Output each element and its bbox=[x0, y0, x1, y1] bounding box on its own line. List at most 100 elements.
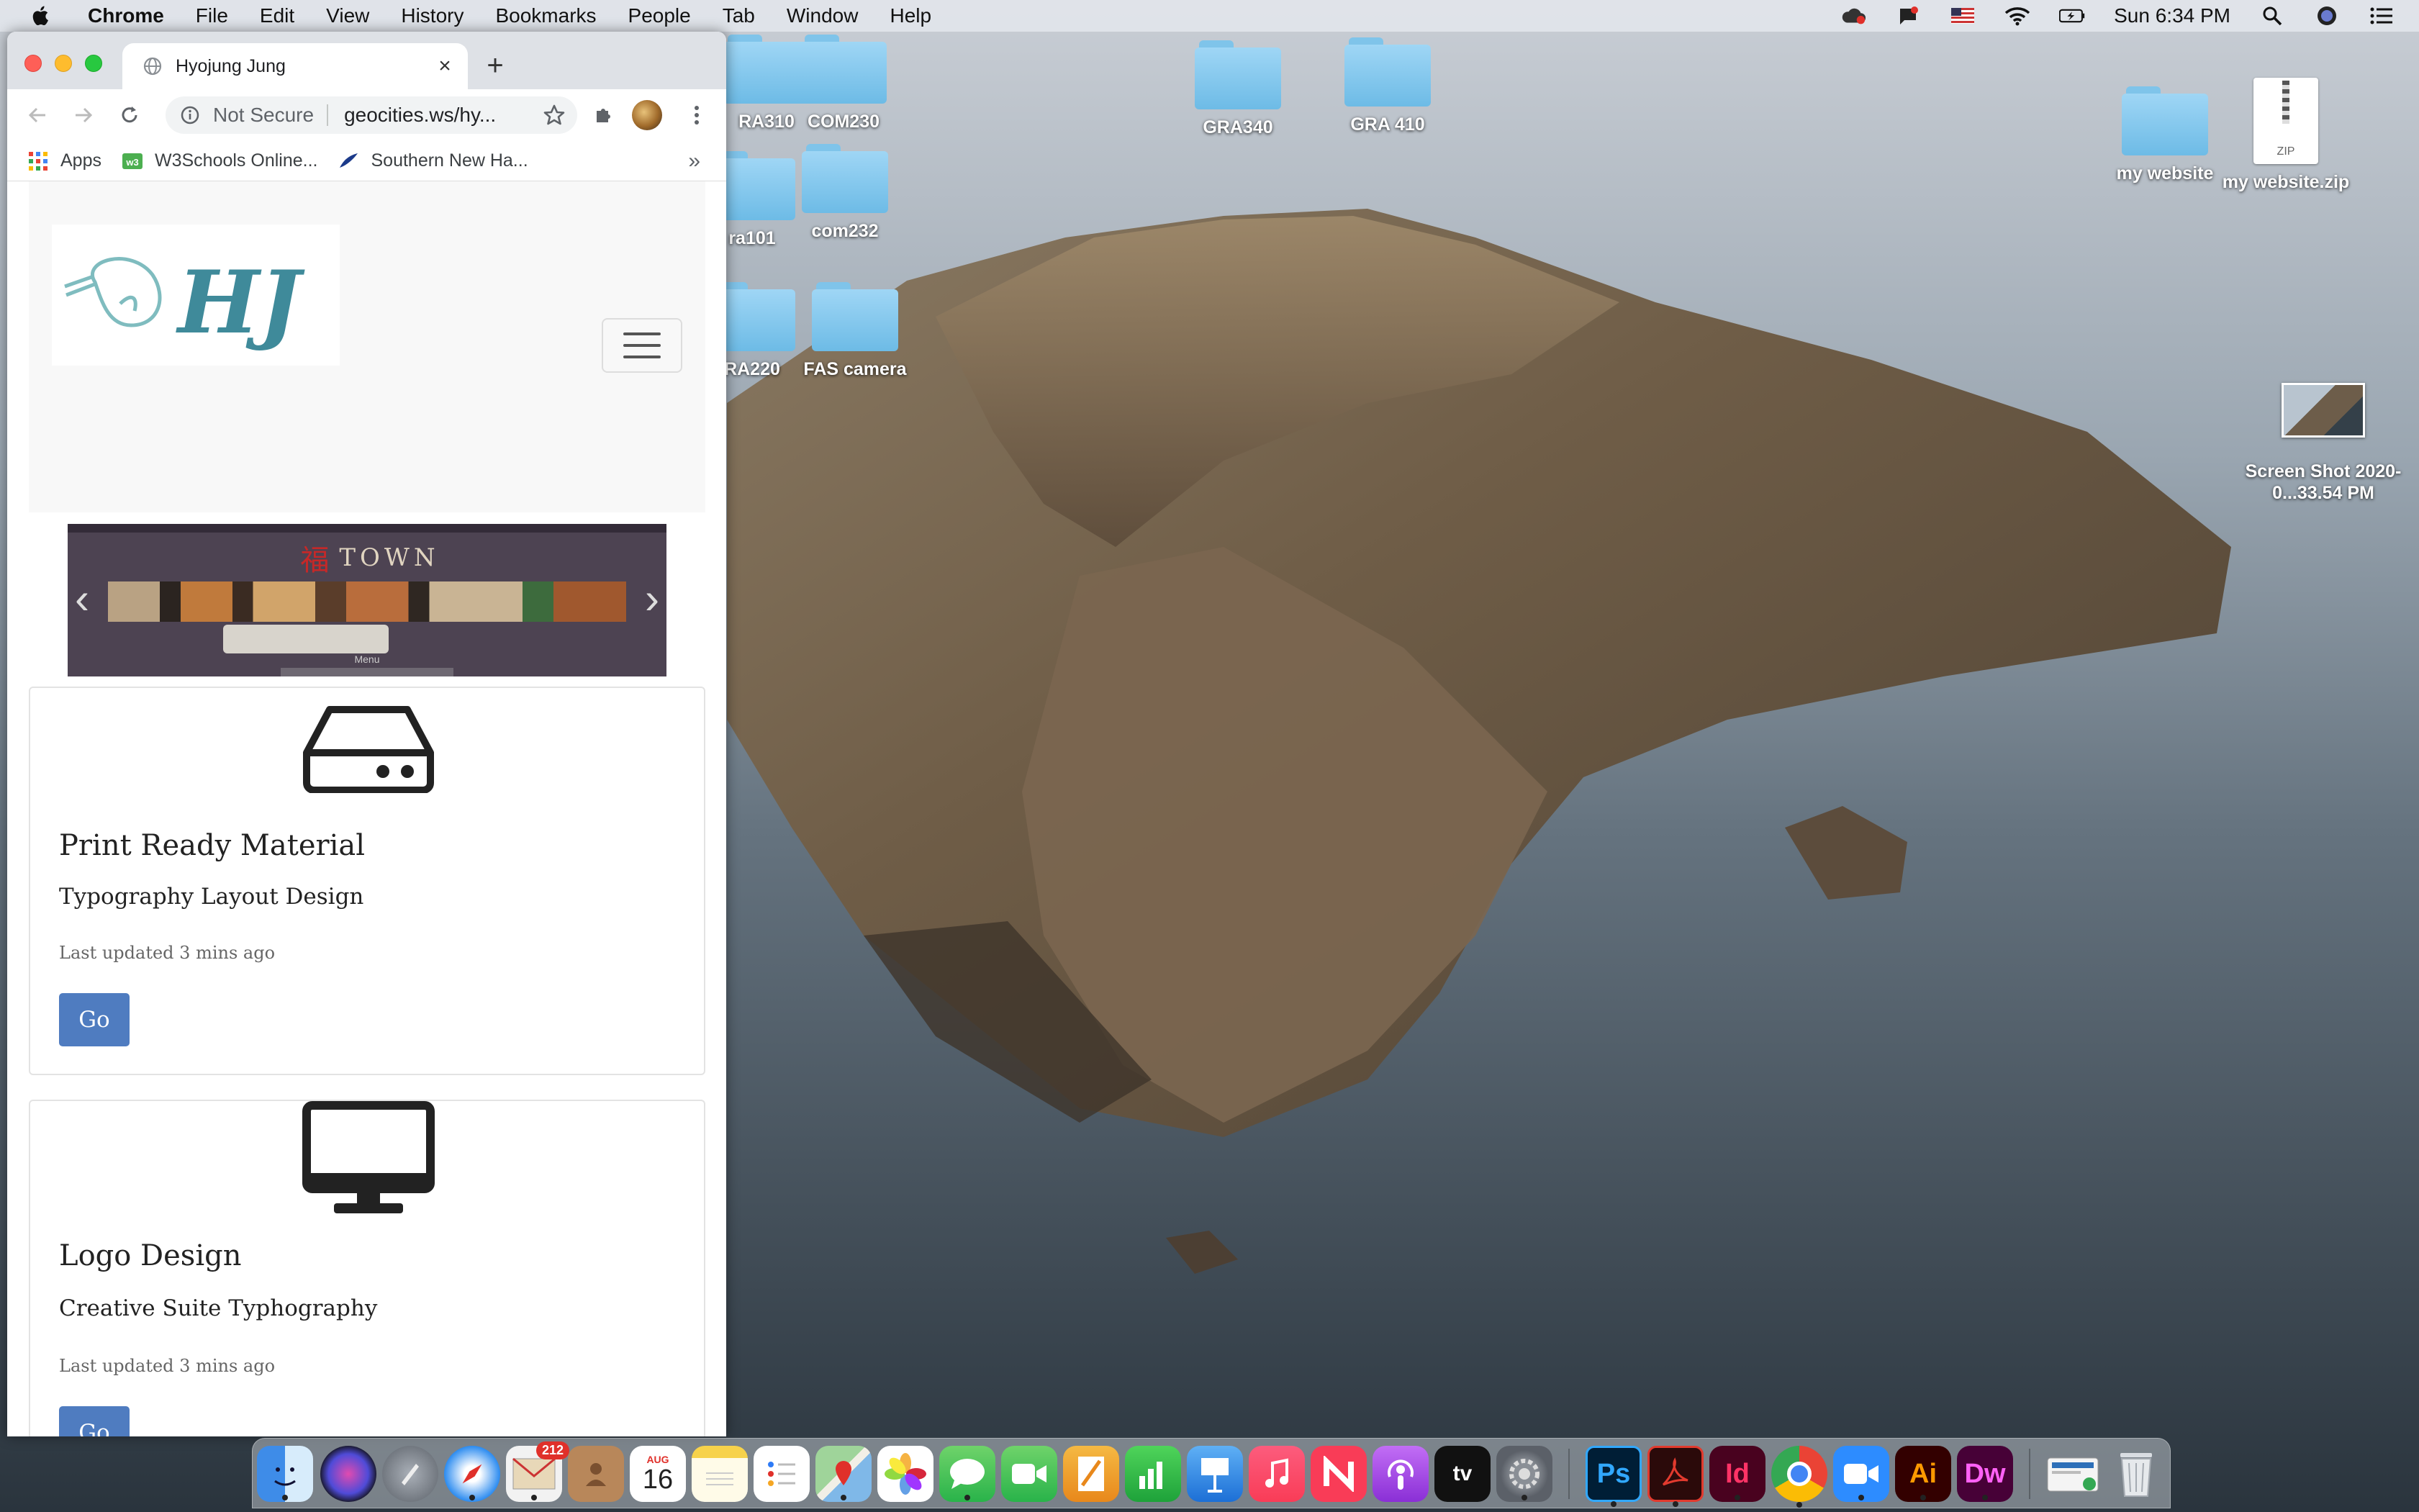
dock-calendar-icon[interactable]: AUG 16 bbox=[630, 1446, 686, 1502]
dock-reminders-icon[interactable] bbox=[754, 1446, 810, 1502]
us-flag-input-icon[interactable] bbox=[1950, 5, 1976, 27]
hamburger-bar bbox=[623, 332, 661, 335]
dock-photoshop-icon[interactable]: Ps bbox=[1586, 1446, 1642, 1507]
info-icon[interactable] bbox=[180, 105, 200, 125]
site-logo[interactable]: HJ bbox=[52, 225, 340, 366]
menu-bookmarks[interactable]: Bookmarks bbox=[495, 4, 596, 27]
url-text[interactable]: geocities.ws/hy... bbox=[344, 104, 496, 127]
menu-app-chrome[interactable]: Chrome bbox=[88, 4, 164, 27]
dock-maps-icon[interactable] bbox=[815, 1446, 872, 1502]
apple-menu-icon[interactable] bbox=[29, 4, 53, 28]
forward-arrow-icon[interactable] bbox=[71, 102, 96, 128]
security-label[interactable]: Not Secure bbox=[213, 104, 314, 127]
bookmark-w3schools[interactable]: w3 W3Schools Online... bbox=[122, 150, 317, 172]
carousel-prev-chevron-icon[interactable]: ‹ bbox=[68, 577, 96, 620]
macos-menubar: Chrome File Edit View History Bookmarks … bbox=[0, 0, 2419, 32]
desktop-folder-gra410[interactable]: GRA 410 bbox=[1308, 37, 1467, 135]
dock-numbers-icon[interactable] bbox=[1125, 1446, 1181, 1502]
menu-window[interactable]: Window bbox=[787, 4, 859, 27]
portfolio-carousel[interactable]: 福 TOWN Menu ‹ › bbox=[68, 524, 666, 676]
dock-music-icon[interactable] bbox=[1249, 1446, 1305, 1502]
slide-brand-symbol: 福 bbox=[300, 544, 330, 577]
bookmark-snhu[interactable]: Southern New Ha... bbox=[338, 150, 528, 172]
bookmark-apps[interactable]: Apps bbox=[27, 150, 101, 172]
bookmarks-overflow-chevron-icon[interactable]: » bbox=[688, 149, 700, 173]
dock-podcasts-icon[interactable] bbox=[1373, 1446, 1429, 1502]
desktop-file-my-website-zip[interactable]: ZIP my website.zip bbox=[2207, 78, 2365, 193]
dock-pages-icon[interactable] bbox=[1063, 1446, 1119, 1502]
desktop-folder-fas-camera[interactable]: FAS camera bbox=[776, 282, 934, 380]
desktop-folder-com230[interactable]: COM230 bbox=[764, 35, 923, 132]
minimize-window-button[interactable] bbox=[55, 55, 72, 72]
desktop-folder-com232[interactable]: com232 bbox=[766, 144, 924, 242]
zoom-window-button[interactable] bbox=[85, 55, 102, 72]
battery-charging-icon[interactable] bbox=[2059, 5, 2085, 27]
menu-file[interactable]: File bbox=[196, 4, 228, 27]
desktop-folder-gra340[interactable]: GRA340 bbox=[1159, 40, 1317, 138]
menu-edit[interactable]: Edit bbox=[260, 4, 294, 27]
menu-help[interactable]: Help bbox=[890, 4, 931, 27]
go-button[interactable]: Go bbox=[59, 993, 130, 1046]
close-window-button[interactable] bbox=[24, 55, 42, 72]
slide-brand-text: TOWN bbox=[339, 543, 440, 572]
hamburger-bar bbox=[623, 356, 661, 358]
notification-center-icon[interactable] bbox=[2369, 5, 2395, 27]
dock-mail-icon[interactable]: 212 bbox=[506, 1441, 569, 1502]
screenshot-thumbnail-icon bbox=[2282, 383, 2365, 438]
menu-people[interactable]: People bbox=[628, 4, 691, 27]
dock-siri-icon[interactable] bbox=[320, 1446, 376, 1502]
calendar-day: 16 bbox=[642, 1465, 674, 1495]
dock-news-icon[interactable] bbox=[1311, 1446, 1367, 1502]
dock-finder-icon[interactable] bbox=[257, 1446, 313, 1502]
dock-apple-tv-icon[interactable]: tv bbox=[1434, 1446, 1491, 1502]
card-subtitle: Typography Layout Design bbox=[59, 884, 364, 910]
chrome-window: Hyojung Jung × + Not Secure geocities.ws… bbox=[7, 32, 726, 1436]
dock-keynote-icon[interactable] bbox=[1187, 1446, 1243, 1502]
go-button[interactable]: Go bbox=[59, 1406, 130, 1436]
desktop-icon-label: FAS camera bbox=[803, 359, 907, 379]
card-subtitle: Creative Suite Typhography bbox=[59, 1295, 378, 1321]
wifi-icon[interactable] bbox=[2004, 5, 2030, 27]
user-account-icon[interactable] bbox=[2314, 5, 2340, 27]
dock-launchpad-icon[interactable] bbox=[382, 1446, 438, 1502]
close-tab-icon[interactable]: × bbox=[435, 55, 455, 77]
dock-chrome-icon[interactable] bbox=[1771, 1446, 1827, 1508]
desktop-file-screenshot[interactable]: Screen Shot 2020-0...33.54 PM bbox=[2244, 383, 2402, 504]
id-label: Id bbox=[1725, 1458, 1750, 1489]
creative-cloud-status-icon[interactable] bbox=[1840, 5, 1866, 27]
bookmark-star-icon[interactable] bbox=[543, 104, 566, 127]
extensions-puzzle-icon[interactable] bbox=[590, 102, 616, 128]
slide-indicator[interactable] bbox=[281, 668, 453, 676]
dock-trash-icon[interactable] bbox=[2108, 1446, 2164, 1502]
dock-facetime-icon[interactable] bbox=[1001, 1446, 1057, 1502]
reload-icon[interactable] bbox=[117, 102, 143, 128]
dock-photos-icon[interactable] bbox=[877, 1446, 933, 1502]
dock-system-preferences-icon[interactable] bbox=[1496, 1446, 1552, 1502]
tab-hyojung-jung[interactable]: Hyojung Jung × bbox=[122, 43, 468, 89]
bookmark-label: Apps bbox=[60, 150, 101, 171]
dock-safari-icon[interactable] bbox=[444, 1446, 500, 1502]
chrome-menu-kebab-icon[interactable] bbox=[684, 102, 710, 128]
dock-dreamweaver-icon[interactable]: Dw bbox=[1957, 1446, 2013, 1502]
dock-illustrator-icon[interactable]: Ai bbox=[1895, 1446, 1951, 1502]
back-arrow-icon[interactable] bbox=[24, 102, 50, 128]
profile-avatar-icon[interactable] bbox=[632, 100, 662, 130]
spotlight-search-icon[interactable] bbox=[2259, 5, 2285, 27]
desktop-icon-label: COM230 bbox=[807, 112, 880, 132]
dock-messages-icon[interactable] bbox=[939, 1446, 995, 1502]
menu-tab[interactable]: Tab bbox=[723, 4, 755, 27]
menu-history[interactable]: History bbox=[401, 4, 464, 27]
dock-notes-icon[interactable] bbox=[692, 1446, 748, 1502]
menu-view[interactable]: View bbox=[326, 4, 369, 27]
carousel-next-chevron-icon[interactable]: › bbox=[638, 577, 666, 620]
dock-contacts-icon[interactable] bbox=[568, 1446, 624, 1502]
dock-downloads-stack-icon[interactable] bbox=[2045, 1446, 2101, 1502]
dock-indesign-icon[interactable]: Id bbox=[1709, 1446, 1765, 1502]
menubar-clock[interactable]: Sun 6:34 PM bbox=[2114, 4, 2230, 27]
dock-zoom-icon[interactable] bbox=[1833, 1446, 1889, 1502]
new-tab-icon[interactable]: + bbox=[482, 51, 508, 80]
address-bar[interactable]: Not Secure geocities.ws/hy... bbox=[166, 96, 577, 134]
dock-acrobat-icon[interactable] bbox=[1647, 1446, 1704, 1507]
hamburger-menu-button[interactable] bbox=[602, 318, 682, 373]
notification-bell-icon[interactable] bbox=[1895, 5, 1921, 27]
